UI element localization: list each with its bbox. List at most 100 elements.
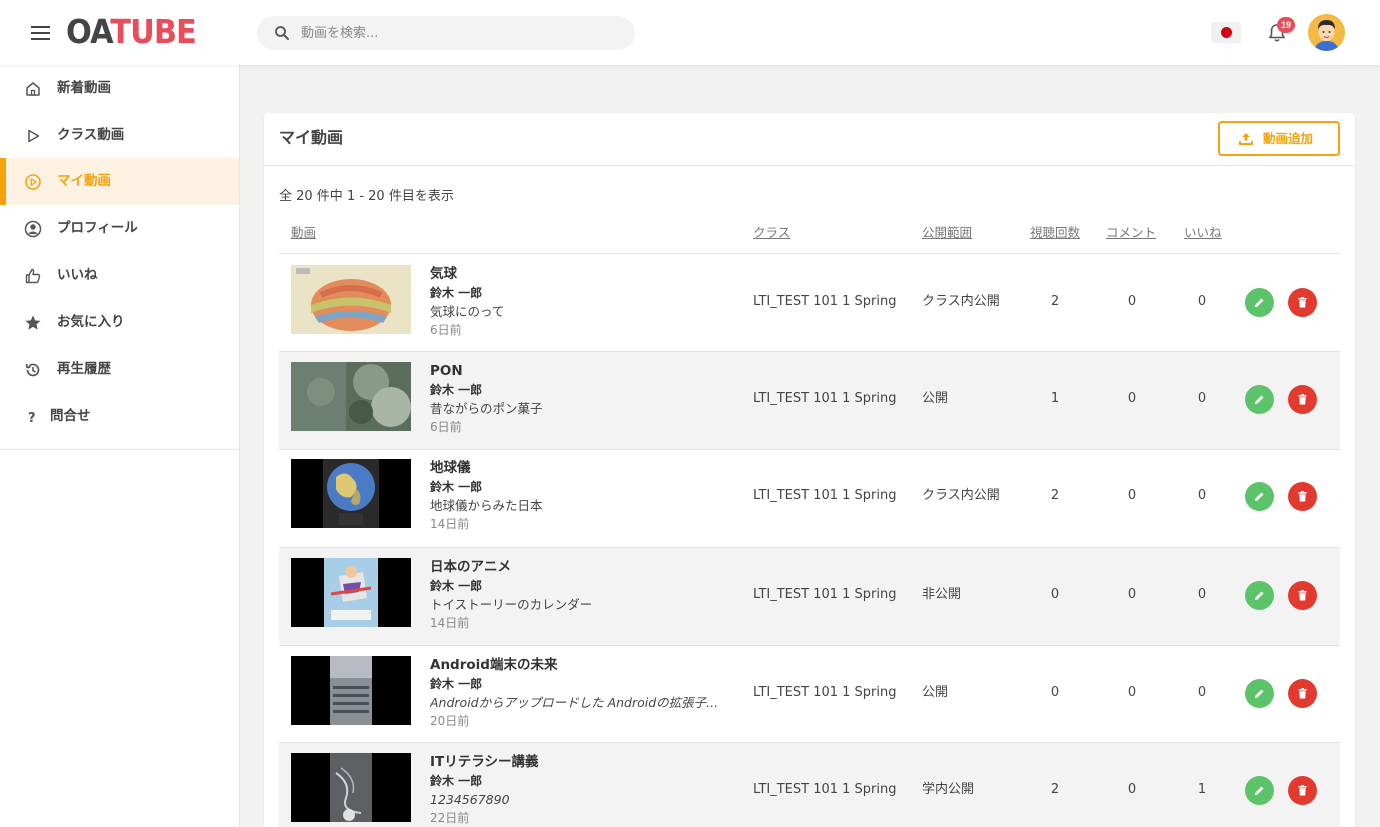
video-description: Androidからアップロードした Androidの拡張子... [430, 695, 719, 710]
video-thumbnail[interactable] [291, 656, 411, 725]
video-description: 気球にのって [430, 304, 505, 319]
video-thumbnail[interactable] [291, 265, 411, 334]
video-thumbnail[interactable] [291, 558, 411, 627]
edit-button[interactable] [1245, 581, 1274, 610]
sidebar-item-new-videos[interactable]: 新着動画 [0, 65, 239, 112]
column-header-views[interactable]: 視聴回数 [1030, 224, 1080, 242]
column-header-likes[interactable]: いいね [1184, 224, 1222, 242]
svg-text:?: ? [28, 411, 36, 426]
video-description: 昔ながらのポン菓子 [430, 401, 543, 416]
result-count: 全 20 件中 1 - 20 件目を表示 [279, 189, 454, 204]
thumbs-up-icon [25, 268, 41, 284]
trash-icon [1298, 297, 1307, 308]
video-class: LTI_TEST 101 1 Spring [753, 782, 897, 797]
app-logo[interactable]: OATUBE [66, 12, 197, 52]
edit-button[interactable] [1245, 385, 1274, 414]
video-title[interactable]: 日本のアニメ [430, 558, 511, 577]
table-row: Android端末の未来 鈴木 一郎 Androidからアップロードした And… [279, 645, 1340, 743]
my-videos-card: マイ動画 動画追加 全 20 件中 1 - 20 件目を表示 動画 クラス 公開… [264, 113, 1355, 827]
like-count: 0 [1197, 488, 1207, 503]
delete-button[interactable] [1288, 776, 1317, 805]
user-circle-icon [24, 220, 42, 238]
delete-button[interactable] [1288, 288, 1317, 317]
delete-button[interactable] [1288, 482, 1317, 511]
search-bar [257, 16, 635, 50]
like-count: 1 [1197, 782, 1207, 797]
video-thumbnail[interactable] [291, 459, 411, 528]
table-row: ITリテラシー講義 鈴木 一郎 1234567890 22日前 LTI_TEST… [279, 742, 1340, 827]
video-visibility: 非公開 [922, 587, 962, 602]
edit-button[interactable] [1245, 482, 1274, 511]
video-visibility: 公開 [922, 685, 949, 700]
japan-flag-icon[interactable] [1211, 22, 1241, 43]
video-description: 地球儀からみた日本 [430, 498, 543, 513]
search-input[interactable] [301, 16, 621, 50]
sidebar: 新着動画 クラス動画 マイ動画 プロフィール いいね お気に入り 再生履歴 ? … [0, 65, 240, 827]
sidebar-item-my-videos[interactable]: マイ動画 [0, 158, 239, 205]
sidebar-item-likes[interactable]: いいね [0, 252, 239, 299]
sidebar-item-label: マイ動画 [57, 173, 111, 189]
card-divider [264, 165, 1355, 166]
notification-badge: 19 [1277, 17, 1295, 33]
video-date: 6日前 [430, 323, 462, 337]
sidebar-item-profile[interactable]: プロフィール [0, 205, 239, 252]
table-row: PON 鈴木 一郎 昔ながらのポン菓子 6日前 LTI_TEST 101 1 S… [279, 351, 1340, 449]
table-row: 日本のアニメ 鈴木 一郎 トイストーリーのカレンダー 14日前 LTI_TEST… [279, 547, 1340, 645]
video-title[interactable]: ITリテラシー講義 [430, 753, 538, 772]
trash-icon [1298, 590, 1307, 601]
video-description: トイストーリーのカレンダー [430, 597, 593, 612]
video-title[interactable]: Android端末の未来 [430, 656, 557, 675]
video-thumbnail[interactable] [291, 753, 411, 822]
pencil-icon [1255, 689, 1264, 698]
video-author: 鈴木 一郎 [430, 677, 483, 691]
comment-count: 0 [1127, 685, 1137, 700]
video-visibility: 学内公開 [922, 782, 975, 797]
video-visibility: 公開 [922, 391, 949, 406]
edit-button[interactable] [1245, 288, 1274, 317]
column-header-comments[interactable]: コメント [1106, 224, 1156, 242]
sidebar-divider [0, 449, 239, 450]
video-thumbnail[interactable] [291, 362, 411, 431]
like-count: 0 [1197, 587, 1207, 602]
top-header: OATUBE 19 [0, 0, 1380, 65]
edit-button[interactable] [1245, 776, 1274, 805]
sidebar-item-class-videos[interactable]: クラス動画 [0, 112, 239, 159]
video-date: 20日前 [430, 714, 470, 728]
edit-button[interactable] [1245, 679, 1274, 708]
sidebar-item-contact[interactable]: ? 問合せ [0, 393, 239, 440]
menu-icon[interactable] [31, 26, 50, 40]
video-title[interactable]: PON [430, 362, 463, 381]
view-count: 0 [1050, 587, 1060, 602]
trash-icon [1298, 491, 1307, 502]
home-icon [26, 82, 40, 96]
avatar[interactable] [1308, 14, 1345, 51]
video-description: 1234567890 [430, 792, 510, 807]
sidebar-item-favorites[interactable]: お気に入り [0, 299, 239, 346]
view-count: 2 [1050, 294, 1060, 309]
view-count: 1 [1050, 391, 1060, 406]
video-visibility: クラス内公開 [922, 294, 1000, 309]
column-header-class[interactable]: クラス [753, 224, 790, 242]
like-count: 0 [1197, 685, 1207, 700]
video-title[interactable]: 気球 [430, 265, 457, 284]
pencil-icon [1255, 591, 1264, 600]
delete-button[interactable] [1288, 581, 1317, 610]
comment-count: 0 [1127, 782, 1137, 797]
delete-button[interactable] [1288, 679, 1317, 708]
video-title[interactable]: 地球儀 [430, 459, 471, 478]
column-header-visibility[interactable]: 公開範囲 [922, 224, 972, 242]
video-class: LTI_TEST 101 1 Spring [753, 294, 897, 309]
sidebar-item-label: いいね [57, 267, 98, 283]
sidebar-item-history[interactable]: 再生履歴 [0, 346, 239, 393]
column-header-video[interactable]: 動画 [291, 224, 316, 242]
sidebar-item-label: クラス動画 [57, 127, 125, 143]
delete-button[interactable] [1288, 385, 1317, 414]
table-row: 地球儀 鈴木 一郎 地球儀からみた日本 14日前 LTI_TEST 101 1 … [279, 449, 1340, 547]
like-count: 0 [1197, 294, 1207, 309]
add-video-button[interactable]: 動画追加 [1218, 121, 1340, 156]
play-circle-icon [25, 174, 41, 190]
video-date: 22日前 [430, 811, 470, 825]
view-count: 2 [1050, 488, 1060, 503]
video-author: 鈴木 一郎 [430, 774, 483, 788]
search-icon [275, 26, 289, 40]
